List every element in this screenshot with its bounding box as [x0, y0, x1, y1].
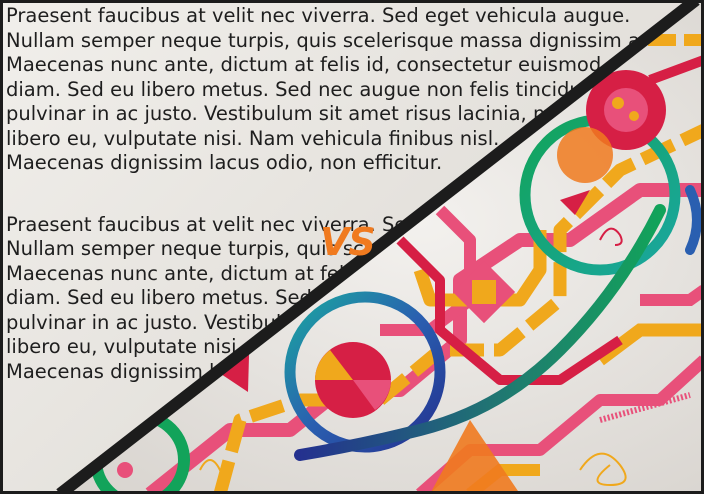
- text-line: Nullam semper neque turpis, quis sceleri…: [6, 28, 647, 52]
- vs-label: VS: [320, 220, 376, 264]
- text-line: Praesent faucibus at velit nec viverra. …: [6, 4, 631, 27]
- comparison-image: Praesent faucibus at velit nec viverra. …: [0, 0, 704, 494]
